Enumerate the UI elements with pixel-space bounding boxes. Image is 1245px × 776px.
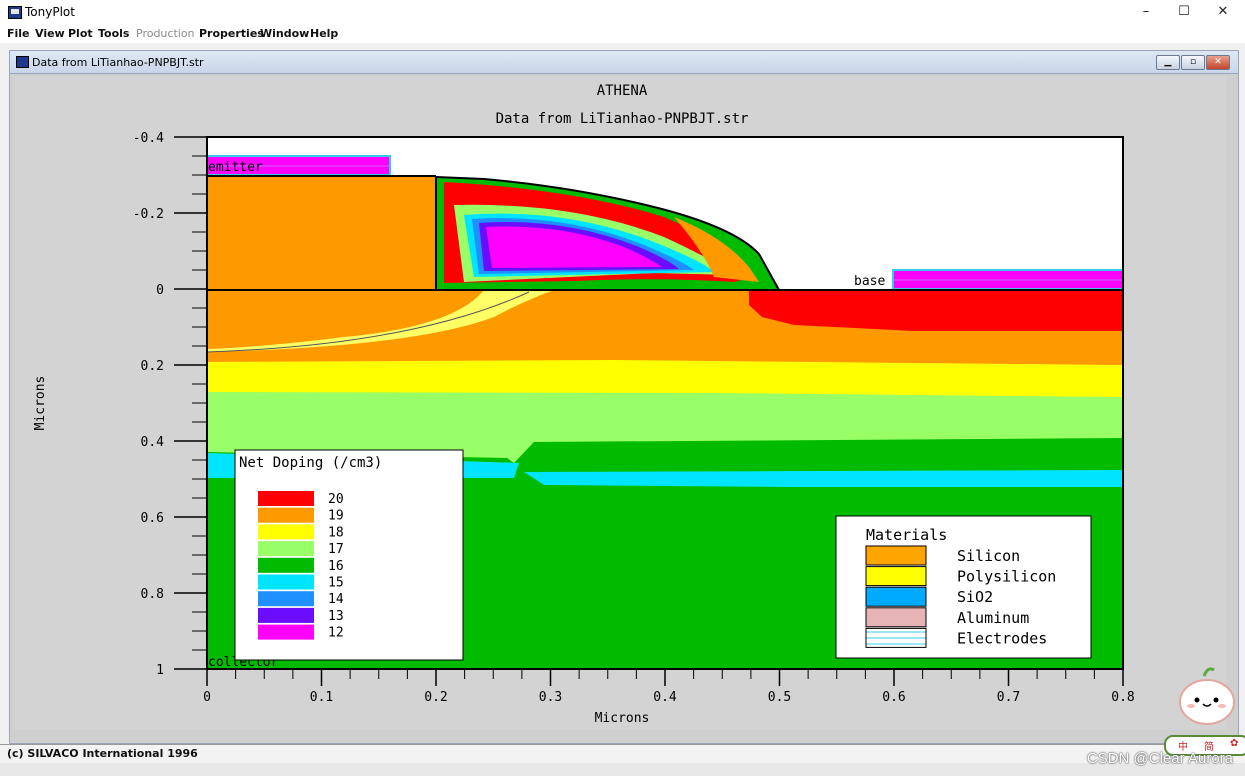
doping-swatch-13 — [258, 607, 314, 623]
watermark: CSDN @Clear Aurora — [1086, 750, 1233, 767]
mascot-icon — [1179, 667, 1235, 725]
material-swatch-silicon — [865, 545, 927, 566]
x-tick-label: 0.1 — [310, 690, 333, 705]
status-bar: (c) SILVACO International 1996 — [0, 744, 1245, 763]
x-axis: 0 0.1 0.2 0.3 0.4 0.5 0.6 0.7 0.8 — [203, 669, 1135, 705]
doping-label-19: 19 — [328, 509, 344, 524]
material-label-sio2: SiO2 — [957, 588, 993, 606]
doping-swatch-17 — [258, 541, 314, 557]
subwindow-title: Data from LiTianhao-PNPBJT.str — [32, 56, 204, 69]
materials-legend-title: Materials — [866, 526, 947, 544]
x-tick-label: 0.6 — [882, 690, 905, 705]
x-tick-label: 0.3 — [539, 690, 562, 705]
materials-legend: Materials Silicon Polysilicon SiO2 Aluminum… — [835, 515, 1092, 659]
x-axis-label: Microns — [595, 711, 650, 726]
doping-legend-title: Net Doping (/cm3) — [239, 455, 382, 471]
doping-plot-svg: ATHENA Data from LiTianhao-PNPBJT.str em… — [33, 83, 1135, 726]
y-tick-label: 0.8 — [141, 587, 164, 602]
menu-help[interactable]: Help — [310, 27, 338, 40]
y-tick-label: 0.4 — [141, 435, 165, 450]
doping-legend: Net Doping (/cm3) 201918171615141312 — [234, 449, 464, 661]
doping-swatch-15 — [258, 574, 314, 590]
emitter-label: emitter — [208, 160, 263, 175]
y-axis: -0.4 -0.2 0 0.2 0.4 0.6 0.8 1 — [133, 131, 208, 678]
menu-bar: File View Plot Tools Production Properti… — [0, 24, 1245, 43]
doping-label-14: 14 — [328, 592, 344, 607]
doping-swatch-16 — [258, 557, 314, 573]
material-label-aluminum: Aluminum — [957, 609, 1029, 627]
menu-window[interactable]: Window — [260, 27, 309, 40]
x-tick-label: 0.7 — [997, 690, 1020, 705]
taskbar-strip — [0, 763, 1245, 776]
y-axis-label: Microns — [33, 376, 48, 431]
material-swatch-aluminum — [865, 607, 927, 628]
doping-swatch-19 — [258, 507, 314, 523]
plot-title: ATHENA — [597, 83, 648, 99]
y-tick-label: -0.4 — [133, 131, 164, 146]
subwindow-restore-button[interactable]: ▫ — [1181, 55, 1205, 70]
doping-swatch-20 — [258, 491, 314, 506]
menu-tools[interactable]: Tools — [98, 27, 129, 40]
x-tick-label: 0.4 — [653, 690, 677, 705]
doping-label-16: 16 — [328, 559, 344, 574]
y-tick-label: 0 — [156, 283, 164, 298]
subwindow-close-button[interactable]: ✕ — [1206, 55, 1230, 70]
doping-label-15: 15 — [328, 576, 344, 591]
app-titlebar: TonyPlot – ☐ ✕ — [0, 0, 1245, 24]
doping-swatch-14 — [258, 591, 314, 607]
close-button[interactable]: ✕ — [1203, 2, 1243, 22]
menu-view[interactable]: View — [35, 27, 65, 40]
menu-production[interactable]: Production — [136, 27, 195, 40]
doping-label-13: 13 — [328, 609, 344, 624]
subwindow-minimize-button[interactable]: ▁ — [1156, 55, 1180, 70]
material-swatch-sio2 — [865, 586, 927, 607]
maximize-button[interactable]: ☐ — [1164, 2, 1204, 22]
y-tick-label: 0.2 — [141, 359, 164, 374]
y-tick-label: 1 — [156, 663, 164, 678]
menu-file[interactable]: File — [7, 27, 30, 40]
material-swatch-polysilicon — [865, 566, 927, 587]
material-label-electrodes: Electrodes — [957, 629, 1047, 647]
subwindow-titlebar: Data from LiTianhao-PNPBJT.str ▁ ▫ ✕ — [10, 51, 1238, 74]
menu-properties[interactable]: Properties — [199, 27, 264, 40]
y-tick-label: -0.2 — [133, 207, 164, 222]
doping-swatch-18 — [258, 524, 314, 540]
material-swatch-electrodes — [865, 627, 927, 648]
minimize-button[interactable]: – — [1126, 2, 1166, 22]
tonyplot-app-icon — [8, 6, 22, 19]
doping-swatch-12 — [258, 624, 314, 640]
base-label: base — [854, 274, 885, 289]
material-label-polysilicon: Polysilicon — [957, 568, 1056, 586]
x-tick-label: 0 — [203, 690, 211, 705]
menu-plot[interactable]: Plot — [68, 27, 93, 40]
copyright-text: (c) SILVACO International 1996 — [7, 747, 198, 760]
app-title: TonyPlot — [25, 5, 75, 19]
doping-label-18: 18 — [328, 525, 344, 540]
emitter-silicon-block — [207, 176, 436, 290]
doping-label-20: 20 — [328, 492, 344, 507]
material-label-silicon: Silicon — [957, 547, 1020, 565]
contour-layer-cyan-right — [524, 470, 1123, 487]
doping-label-17: 17 — [328, 542, 344, 557]
x-tick-label: 0.2 — [424, 690, 447, 705]
plot-subtitle: Data from LiTianhao-PNPBJT.str — [496, 111, 749, 127]
subwindow-icon — [16, 56, 29, 68]
y-tick-label: 0.6 — [141, 511, 164, 526]
x-tick-label: 0.8 — [1111, 690, 1134, 705]
doping-label-12: 12 — [328, 626, 344, 641]
ime-settings-icon[interactable]: ✿ — [1230, 738, 1238, 749]
plot-canvas: ATHENA Data from LiTianhao-PNPBJT.str em… — [14, 77, 1226, 730]
x-tick-label: 0.5 — [768, 690, 791, 705]
contour-band-20 — [749, 290, 1123, 331]
